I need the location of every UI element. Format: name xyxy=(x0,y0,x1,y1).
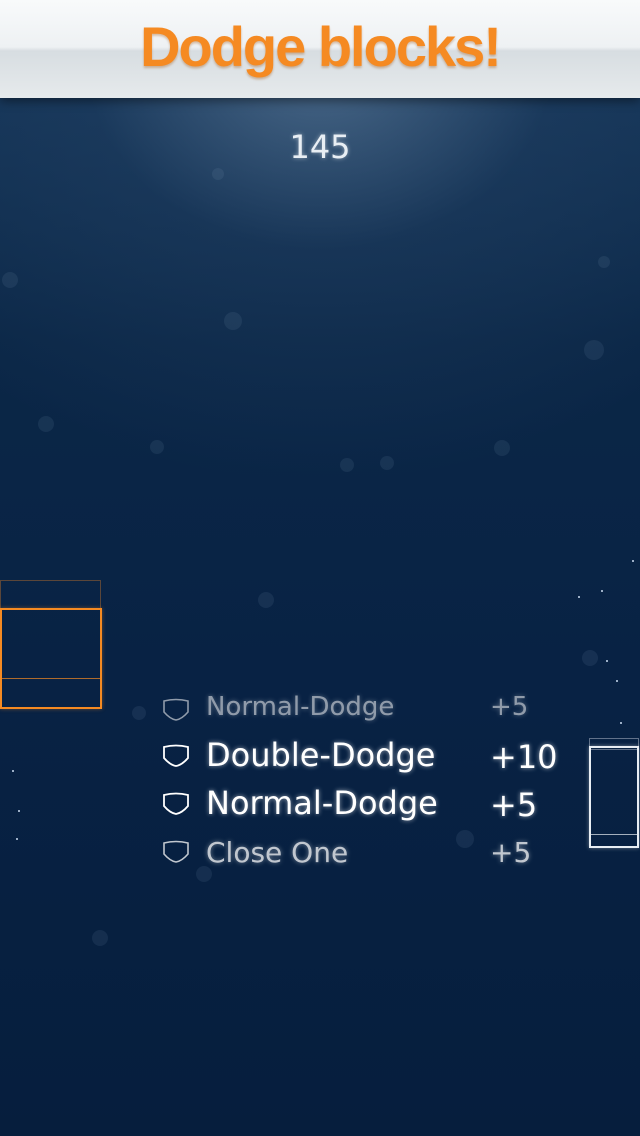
background-particle xyxy=(494,440,510,456)
background-particle xyxy=(150,440,164,454)
spark-particle xyxy=(16,838,18,840)
dodge-label: Double-Dodge xyxy=(206,736,436,774)
score-display: 145 xyxy=(289,128,351,166)
dodge-points: +5 xyxy=(490,692,529,722)
dodge-log-row: Normal-Dodge +5 xyxy=(160,784,580,828)
header-bar: Dodge blocks! xyxy=(0,0,640,98)
dodge-points: +5 xyxy=(490,836,532,869)
background-particle xyxy=(2,272,18,288)
dodge-log-row: Close One +5 xyxy=(160,836,580,880)
background-particle xyxy=(38,416,54,432)
game-area[interactable]: Normal-Dodge +5 Double-Dodge +10 Normal-… xyxy=(0,0,640,1136)
background-particle xyxy=(582,650,598,666)
shield-icon xyxy=(163,792,189,815)
background-particle xyxy=(224,312,242,330)
dodge-points: +10 xyxy=(490,738,558,776)
dodge-label: Normal-Dodge xyxy=(206,784,438,822)
background-particle xyxy=(380,456,394,470)
shield-icon xyxy=(163,698,189,721)
header-title: Dodge blocks! xyxy=(140,15,502,78)
background-particle xyxy=(258,592,274,608)
dodge-points: +5 xyxy=(490,786,538,824)
spark-particle xyxy=(601,590,603,592)
spark-particle xyxy=(606,660,608,662)
shield-icon xyxy=(163,744,189,767)
spark-particle xyxy=(632,560,634,562)
dodge-log-row: Normal-Dodge +5 xyxy=(160,692,580,736)
player-block[interactable] xyxy=(589,746,639,848)
background-particle xyxy=(92,930,108,946)
block-divider xyxy=(591,834,637,835)
block-trail xyxy=(0,580,101,610)
dodge-log-row: Double-Dodge +10 xyxy=(160,736,580,780)
dodge-label: Close One xyxy=(206,836,349,869)
orange-block xyxy=(0,608,102,709)
spark-particle xyxy=(616,680,618,682)
background-particle xyxy=(340,458,354,472)
dodge-label: Normal-Dodge xyxy=(206,692,395,722)
spark-particle xyxy=(18,810,20,812)
spark-particle xyxy=(620,722,622,724)
spark-particle xyxy=(12,770,14,772)
background-particle xyxy=(132,706,146,720)
shield-icon xyxy=(163,840,189,863)
background-particle xyxy=(212,168,224,180)
spark-particle xyxy=(578,596,580,598)
background-particle xyxy=(584,340,604,360)
background-particle xyxy=(598,256,610,268)
block-divider xyxy=(2,678,100,679)
